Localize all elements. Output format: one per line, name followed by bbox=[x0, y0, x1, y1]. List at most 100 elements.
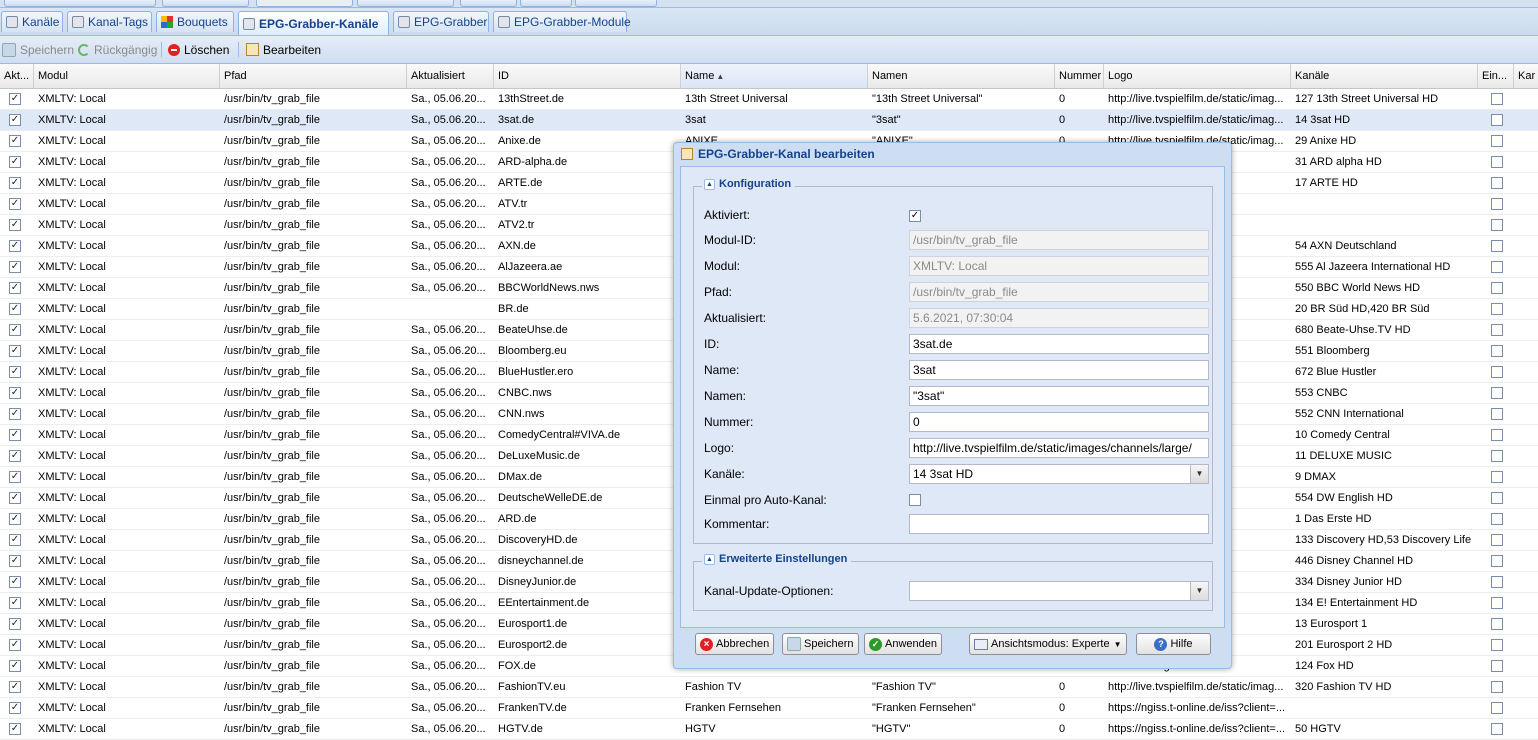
enabled-checkbox[interactable]: ✓ bbox=[9, 597, 21, 609]
configuration-legend[interactable]: ▲ Konfiguration bbox=[702, 178, 796, 190]
number-input[interactable]: 0 bbox=[909, 412, 1209, 432]
once-per-auto-checkbox[interactable] bbox=[1491, 408, 1503, 420]
id-input[interactable]: 3sat.de bbox=[909, 334, 1209, 354]
column-header-module[interactable]: Modul bbox=[34, 64, 220, 88]
column-header-path[interactable]: Pfad bbox=[220, 64, 407, 88]
once-per-auto-checkbox[interactable] bbox=[1491, 156, 1503, 168]
collapse-icon[interactable]: ▲ bbox=[704, 178, 715, 190]
enabled-checkbox[interactable]: ✓ bbox=[9, 513, 21, 525]
update-options-combo[interactable]: ▼ bbox=[909, 581, 1209, 601]
tab-epg-grabber[interactable]: EPG-Grabber bbox=[393, 11, 489, 32]
enabled-checkbox[interactable]: ✓ bbox=[9, 450, 21, 462]
once-per-auto-checkbox[interactable] bbox=[1491, 534, 1503, 546]
once-per-auto-checkbox[interactable] bbox=[1491, 324, 1503, 336]
once-per-auto-checkbox[interactable] bbox=[1491, 576, 1503, 588]
once-per-auto-checkbox[interactable] bbox=[1491, 555, 1503, 567]
once-per-auto-checkbox[interactable] bbox=[1491, 261, 1503, 273]
once-per-auto-checkbox[interactable] bbox=[1491, 240, 1503, 252]
cancel-button[interactable]: × Abbrechen bbox=[695, 633, 775, 655]
once-per-auto-checkbox[interactable] bbox=[1491, 597, 1503, 609]
enabled-checkbox[interactable]: ✓ bbox=[9, 534, 21, 546]
once-per-auto-checkbox[interactable] bbox=[1491, 639, 1503, 651]
enabled-checkbox[interactable]: ✓ bbox=[9, 471, 21, 483]
channels-combo[interactable]: 14 3sat HD ▼ bbox=[909, 464, 1209, 484]
table-row[interactable]: ✓ XMLTV: Local/usr/bin/tv_grab_file Sa., 0… bbox=[0, 698, 1538, 719]
enabled-checkbox[interactable]: ✓ bbox=[9, 681, 21, 693]
column-header-number[interactable]: Nummer bbox=[1055, 64, 1104, 88]
once-per-auto-checkbox[interactable] bbox=[1491, 93, 1503, 105]
enabled-checkbox[interactable]: ✓ bbox=[9, 576, 21, 588]
column-header-enabled[interactable]: Akt... bbox=[0, 64, 34, 88]
enabled-checkbox[interactable]: ✓ bbox=[9, 702, 21, 714]
advanced-legend[interactable]: ▲ Erweiterte Einstellungen bbox=[702, 553, 852, 565]
enabled-checkbox[interactable]: ✓ bbox=[9, 429, 21, 441]
once-per-auto-checkbox[interactable] bbox=[1491, 513, 1503, 525]
enabled-checkbox[interactable]: ✓ bbox=[9, 177, 21, 189]
table-row[interactable]: ✓ XMLTV: Local/usr/bin/tv_grab_file Sa., 0… bbox=[0, 89, 1538, 110]
once-per-auto-checkbox[interactable] bbox=[1491, 429, 1503, 441]
column-header-logo[interactable]: Logo bbox=[1104, 64, 1291, 88]
chevron-down-icon[interactable]: ▼ bbox=[1190, 582, 1208, 600]
column-header-id[interactable]: ID bbox=[494, 64, 681, 88]
enabled-checkbox[interactable]: ✓ bbox=[9, 240, 21, 252]
apply-button[interactable]: ✓ Anwenden bbox=[864, 633, 942, 655]
name-input[interactable]: 3sat bbox=[909, 360, 1209, 380]
once-per-auto-checkbox[interactable] bbox=[1491, 219, 1503, 231]
once-per-auto-checkbox[interactable] bbox=[1491, 723, 1503, 735]
top-tab-7[interactable] bbox=[575, 0, 657, 7]
enabled-checkbox[interactable]: ✓ bbox=[9, 93, 21, 105]
comment-input[interactable] bbox=[909, 514, 1209, 534]
enabled-checkbox[interactable]: ✓ bbox=[9, 639, 21, 651]
tab-channel-tags[interactable]: Kanal-Tags bbox=[67, 11, 152, 32]
help-button[interactable]: ? Hilfe bbox=[1136, 633, 1211, 655]
save-button[interactable]: Speichern bbox=[2, 40, 74, 59]
once-per-auto-checkbox[interactable] bbox=[1491, 387, 1503, 399]
once-per-auto-checkbox[interactable] bbox=[1491, 135, 1503, 147]
top-tab-6[interactable] bbox=[520, 0, 572, 7]
dialog-save-button[interactable]: Speichern bbox=[782, 633, 859, 655]
enabled-checkbox[interactable]: ✓ bbox=[9, 492, 21, 504]
chevron-down-icon[interactable]: ▼ bbox=[1190, 465, 1208, 483]
dialog-title-bar[interactable]: EPG-Grabber-Kanal bearbeiten bbox=[674, 143, 1231, 165]
names-input[interactable]: "3sat" bbox=[909, 386, 1209, 406]
enabled-checkbox[interactable]: ✓ bbox=[9, 282, 21, 294]
enabled-checkbox[interactable]: ✓ bbox=[9, 324, 21, 336]
once-per-auto-checkbox[interactable] bbox=[1491, 198, 1503, 210]
view-mode-button[interactable]: Ansichtsmodus: Experte ▼ bbox=[969, 633, 1127, 655]
once-per-auto-checkbox[interactable] bbox=[1491, 471, 1503, 483]
once-per-auto-checkbox[interactable] bbox=[1491, 303, 1503, 315]
enabled-checkbox[interactable]: ✓ bbox=[9, 555, 21, 567]
top-tab-1[interactable] bbox=[4, 0, 156, 7]
enabled-checkbox[interactable]: ✓ bbox=[9, 366, 21, 378]
enabled-checkbox[interactable]: ✓ bbox=[9, 723, 21, 735]
enabled-checkbox[interactable]: ✓ bbox=[9, 345, 21, 357]
column-header-names[interactable]: Namen bbox=[868, 64, 1055, 88]
once-per-auto-checkbox[interactable] bbox=[1491, 114, 1503, 126]
once-per-auto-checkbox[interactable] bbox=[1491, 345, 1503, 357]
enabled-checkbox[interactable]: ✓ bbox=[9, 114, 21, 126]
once-per-auto-checkbox[interactable] bbox=[1491, 450, 1503, 462]
once-per-auto-checkbox[interactable] bbox=[1491, 660, 1503, 672]
column-header-name[interactable]: Name ▲ bbox=[681, 64, 868, 88]
table-row[interactable]: ✓ XMLTV: Local/usr/bin/tv_grab_file Sa., 0… bbox=[0, 677, 1538, 698]
undo-button[interactable]: Rückgängig bbox=[78, 40, 157, 59]
top-tab-2[interactable] bbox=[162, 0, 249, 7]
once-per-auto-checkbox[interactable] bbox=[1491, 618, 1503, 630]
enabled-checkbox[interactable]: ✓ bbox=[9, 198, 21, 210]
top-tab-3[interactable] bbox=[256, 0, 353, 7]
enabled-checkbox[interactable]: ✓ bbox=[9, 303, 21, 315]
tab-channels[interactable]: Kanäle bbox=[1, 11, 63, 32]
top-tab-5[interactable] bbox=[460, 0, 517, 7]
enabled-checkbox[interactable]: ✓ bbox=[9, 156, 21, 168]
tab-epg-grabber-channels[interactable]: EPG-Grabber-Kanäle bbox=[238, 11, 389, 35]
once-per-auto-checkbox[interactable] bbox=[1491, 681, 1503, 693]
once-per-auto-checkbox[interactable] bbox=[1491, 177, 1503, 189]
column-header-updated[interactable]: Aktualisiert bbox=[407, 64, 494, 88]
edit-button[interactable]: Bearbeiten bbox=[246, 40, 321, 59]
tab-bouquets[interactable]: Bouquets bbox=[156, 11, 234, 32]
top-tab-4[interactable] bbox=[357, 0, 454, 7]
column-header-once-per-auto[interactable]: Ein... bbox=[1478, 64, 1514, 88]
enabled-checkbox[interactable]: ✓ bbox=[9, 261, 21, 273]
column-header-channels[interactable]: Kanäle bbox=[1291, 64, 1478, 88]
enabled-checkbox[interactable]: ✓ bbox=[9, 219, 21, 231]
